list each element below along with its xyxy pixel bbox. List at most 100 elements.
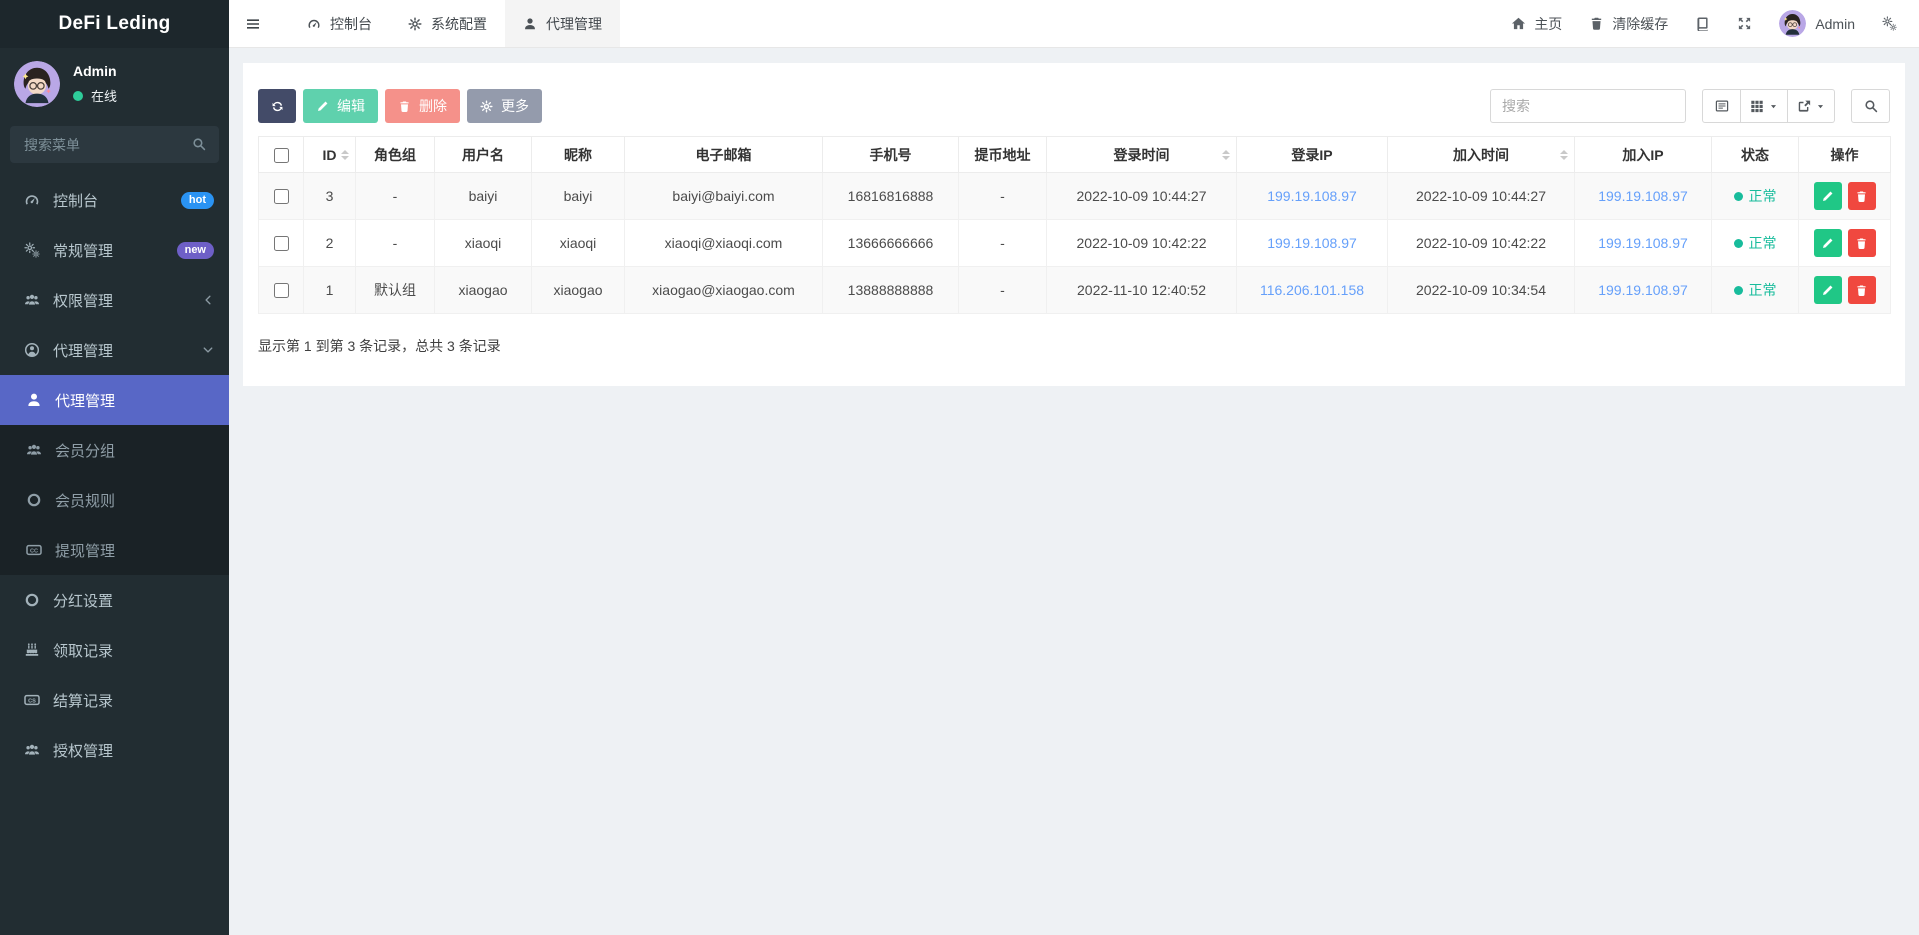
home-label: 主页	[1534, 14, 1562, 34]
view-button-group	[1702, 89, 1835, 123]
avatar	[1779, 10, 1806, 37]
row-checkbox[interactable]	[274, 189, 289, 204]
more-button-label: 更多	[501, 96, 529, 116]
sidebar-item-agent-manage[interactable]: 代理管理	[0, 325, 229, 375]
edit-row-button[interactable]	[1814, 229, 1842, 257]
sidebar-item-authorization-manage[interactable]: 授权管理	[0, 725, 229, 775]
sidebar-item-claim-record[interactable]: 领取记录	[0, 625, 229, 675]
clear-cache-link[interactable]: 清除缓存	[1589, 14, 1668, 34]
login-ip-link[interactable]: 199.19.108.97	[1267, 235, 1357, 251]
gauge-icon	[24, 192, 40, 208]
tab-label: 控制台	[330, 14, 372, 34]
select-all-checkbox[interactable]	[274, 148, 289, 163]
cell-joinip: 199.19.108.97	[1575, 267, 1712, 314]
circle-o-icon	[26, 492, 42, 508]
cell-mobile: 16816816888	[823, 173, 959, 220]
col-jointime[interactable]: 加入时间	[1388, 137, 1575, 173]
cell-checkbox	[259, 267, 304, 314]
login-ip-link[interactable]: 199.19.108.97	[1267, 188, 1357, 204]
cell-username: xiaoqi	[435, 220, 532, 267]
sidebar-item-label: 分红设置	[53, 590, 214, 611]
caret-down-icon	[1769, 102, 1778, 111]
nav-tabs: 控制台系统配置代理管理	[289, 0, 620, 47]
delete-row-button[interactable]	[1848, 182, 1876, 210]
table-search-input[interactable]	[1490, 89, 1686, 123]
sidebar-item-label: 结算记录	[53, 690, 214, 711]
edit-row-button[interactable]	[1814, 182, 1842, 210]
delete-button-label: 删除	[419, 96, 447, 116]
refresh-button[interactable]	[258, 89, 296, 123]
clear-cache-label: 清除缓存	[1612, 14, 1668, 34]
col-label: 角色组	[374, 147, 416, 163]
more-button[interactable]: 更多	[467, 89, 542, 123]
col-logintime[interactable]: 登录时间	[1047, 137, 1237, 173]
col-loginip: 登录IP	[1237, 137, 1388, 173]
detail-view-icon	[1715, 99, 1729, 113]
chevron-left-icon	[202, 294, 214, 306]
new-badge: new	[177, 242, 214, 259]
sidebar-item-label: 会员规则	[55, 490, 214, 511]
cell-id: 3	[304, 173, 356, 220]
delete-row-button[interactable]	[1848, 276, 1876, 304]
tab-agent-manage[interactable]: 代理管理	[505, 0, 620, 47]
cell-ops	[1799, 220, 1891, 267]
delete-button[interactable]: 删除	[385, 89, 460, 123]
join-ip-link[interactable]: 199.19.108.97	[1598, 282, 1688, 298]
caret-down-icon	[1816, 102, 1825, 111]
sidebar-item-member-group[interactable]: 会员分组	[0, 425, 229, 475]
docs-button[interactable]	[1695, 16, 1710, 31]
row-checkbox[interactable]	[274, 236, 289, 251]
trash-icon	[1855, 284, 1868, 297]
edit-button-label: 编辑	[337, 96, 365, 116]
status-badge: 正常	[1734, 186, 1777, 206]
cell-jointime: 2022-10-09 10:34:54	[1388, 267, 1575, 314]
cell-mobile: 13666666666	[823, 220, 959, 267]
col-label: 用户名	[462, 147, 504, 163]
join-ip-link[interactable]: 199.19.108.97	[1598, 235, 1688, 251]
cell-status: 正常	[1712, 220, 1799, 267]
table-search	[1490, 89, 1686, 123]
tab-system-config[interactable]: 系统配置	[390, 0, 505, 47]
sidebar-item-settlement-record[interactable]: 结算记录	[0, 675, 229, 725]
status-badge: 正常	[1734, 233, 1777, 253]
sidebar-item-label: 代理管理	[53, 340, 189, 361]
user-menu[interactable]: Admin	[1779, 10, 1855, 37]
sidebar-item-general-manage[interactable]: 常规管理new	[0, 225, 229, 275]
toggle-detail-view-button[interactable]	[1702, 89, 1741, 123]
col-label: 加入时间	[1453, 147, 1509, 163]
sidebar-item-withdraw-manage[interactable]: 提现管理	[0, 525, 229, 575]
home-link[interactable]: 主页	[1511, 14, 1562, 34]
delete-row-button[interactable]	[1848, 229, 1876, 257]
sidebar-item-member-rule[interactable]: 会员规则	[0, 475, 229, 525]
tab-console[interactable]: 控制台	[289, 0, 390, 47]
gear-icon	[480, 100, 493, 113]
sidebar-item-agent-list[interactable]: 代理管理	[0, 375, 229, 425]
col-id[interactable]: ID	[304, 137, 356, 173]
edit-row-button[interactable]	[1814, 276, 1842, 304]
table-wrap: ID角色组用户名昵称电子邮箱手机号提币地址登录时间登录IP加入时间加入IP状态操…	[258, 136, 1890, 314]
sidebar-item-label: 提现管理	[55, 540, 214, 561]
col-label: 提币地址	[975, 147, 1031, 163]
columns-button[interactable]	[1741, 89, 1788, 123]
row-checkbox[interactable]	[274, 283, 289, 298]
fullscreen-icon	[1737, 16, 1752, 31]
settings-button[interactable]	[1882, 16, 1897, 31]
cell-ops	[1799, 267, 1891, 314]
sidebar-item-permission-manage[interactable]: 权限管理	[0, 275, 229, 325]
export-button[interactable]	[1788, 89, 1835, 123]
join-ip-link[interactable]: 199.19.108.97	[1598, 188, 1688, 204]
status-dot-icon	[1734, 192, 1743, 201]
status-dot-icon	[1734, 239, 1743, 248]
fullscreen-button[interactable]	[1737, 16, 1752, 31]
sidebar-toggle-button[interactable]	[241, 0, 265, 48]
brand-title: DeFi Leding	[58, 13, 170, 35]
sidebar-item-console[interactable]: 控制台hot	[0, 175, 229, 225]
sidebar-item-dividend-setting[interactable]: 分红设置	[0, 575, 229, 625]
cell-checkbox	[259, 220, 304, 267]
login-ip-link[interactable]: 116.206.101.158	[1260, 282, 1364, 298]
cell-ops	[1799, 173, 1891, 220]
edit-button[interactable]: 编辑	[303, 89, 378, 123]
sort-carets-icon	[341, 150, 349, 160]
table-search-button[interactable]	[1851, 89, 1890, 123]
sidebar-search-input[interactable]	[10, 126, 219, 163]
